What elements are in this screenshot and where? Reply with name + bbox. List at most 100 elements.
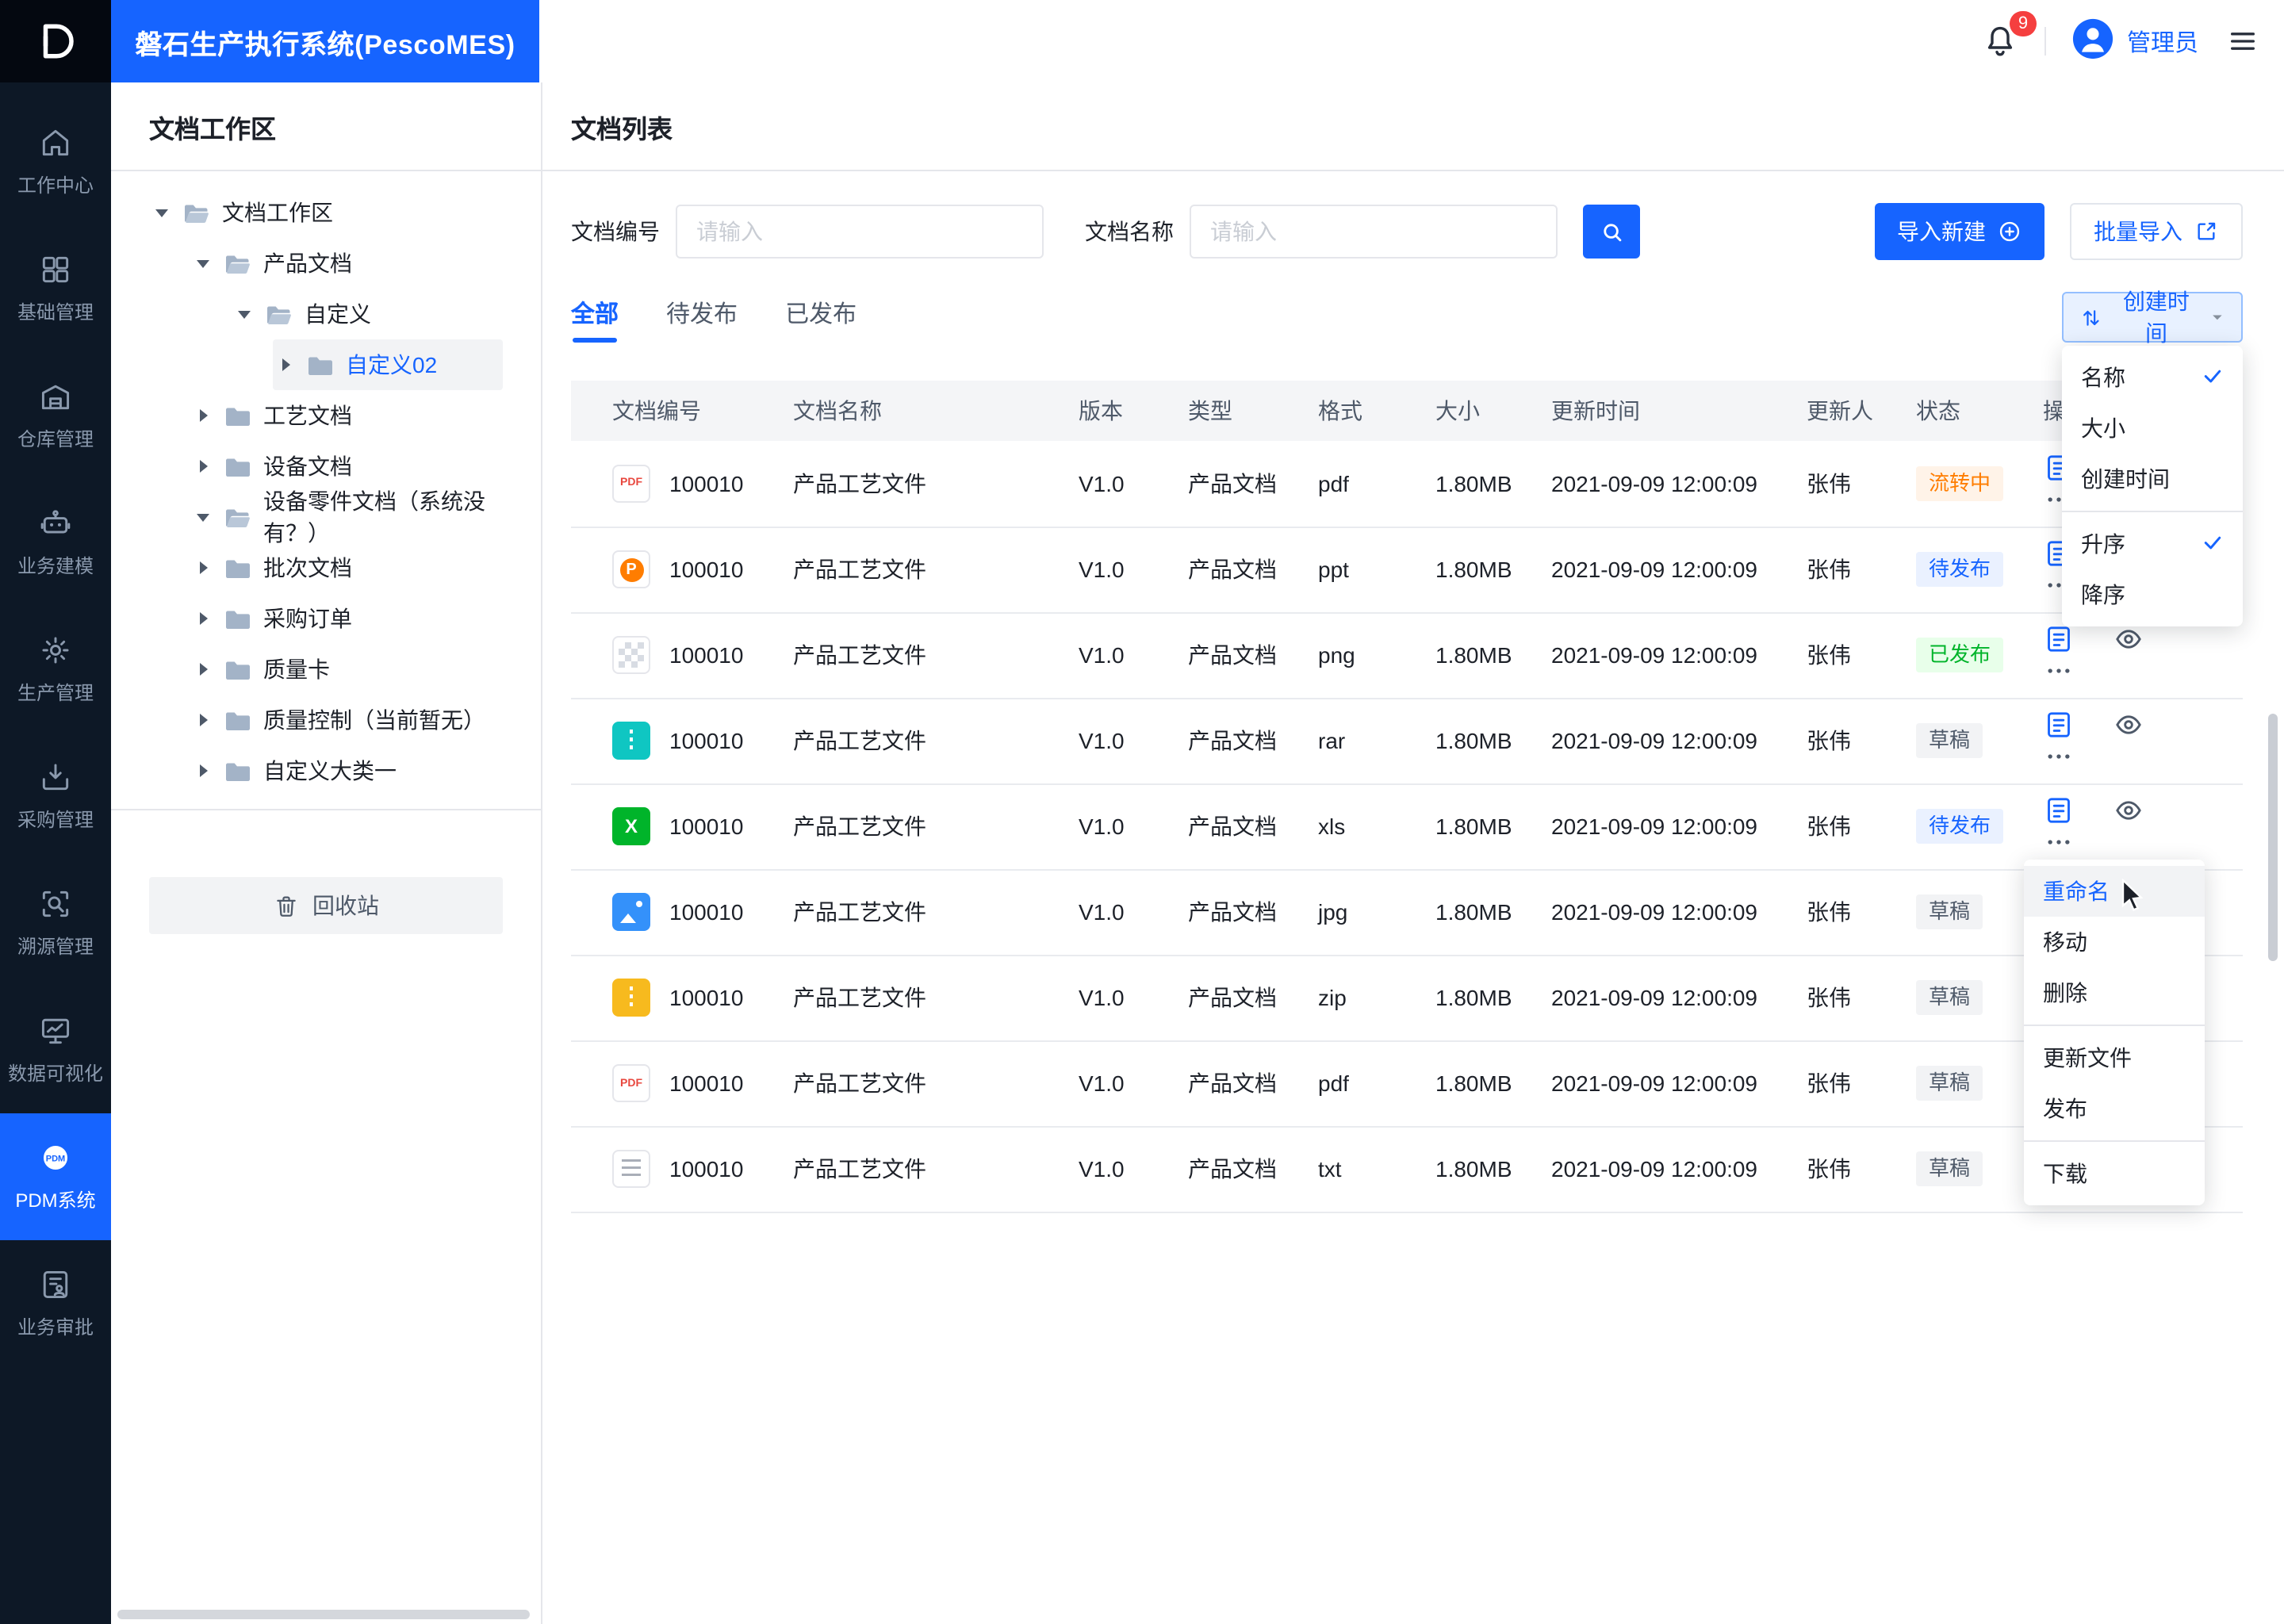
table-row: 100010 产品工艺文件 V1.0 产品文档 txt 1.80MB 2021-…: [571, 1126, 2243, 1212]
tree-item[interactable]: 自定义02: [111, 339, 541, 390]
doc-version: V1.0: [1079, 1126, 1188, 1212]
document-detail-button[interactable]: [2043, 623, 2075, 655]
user-name: 管理员: [2126, 29, 2198, 56]
sidebar-item-icon: [38, 125, 73, 160]
sidebar-item-warehouse-mgmt[interactable]: 仓库管理: [0, 352, 111, 479]
vertical-scrollbar[interactable]: [2268, 714, 2278, 961]
preview-button[interactable]: [2113, 709, 2144, 741]
hamburger-menu-icon[interactable]: [2227, 25, 2259, 57]
caret-icon[interactable]: [276, 358, 295, 371]
tree-item[interactable]: 工艺文档: [111, 390, 541, 441]
table-header-row: 文档编号文档名称版本类型格式大小更新时间更新人状态操作: [571, 381, 2243, 441]
doc-no-input[interactable]: [676, 205, 1044, 259]
doc-size: 1.80MB: [1435, 869, 1551, 956]
preview-button[interactable]: [2113, 623, 2144, 655]
sidebar-item-pdm-system[interactable]: PDM PDM系统: [0, 1113, 111, 1240]
mouse-cursor: [2121, 878, 2148, 921]
tree-item[interactable]: 质量卡: [111, 644, 541, 695]
doc-format: txt: [1318, 1126, 1435, 1212]
caret-icon[interactable]: [194, 409, 213, 422]
tree-item[interactable]: 产品文档: [111, 238, 541, 289]
context-menu-item[interactable]: 更新文件: [2024, 1032, 2205, 1083]
context-menu-item[interactable]: 删除: [2024, 967, 2205, 1018]
caret-icon[interactable]: [194, 561, 213, 574]
recycle-bin-button[interactable]: 回收站: [149, 877, 503, 934]
doc-name: 产品工艺文件: [793, 869, 1079, 956]
doc-size: 1.80MB: [1435, 527, 1551, 613]
eye-icon: [2115, 715, 2141, 734]
document-detail-button[interactable]: [2043, 795, 2075, 826]
more-actions-button[interactable]: [2043, 655, 2075, 687]
sidebar-item-basic-mgmt[interactable]: 基础管理: [0, 225, 111, 352]
context-menu-item[interactable]: 移动: [2024, 917, 2205, 967]
sort-order-option[interactable]: 升序: [2062, 519, 2243, 569]
notification-bell[interactable]: 9: [1981, 11, 2037, 60]
sidebar-item-business-approval[interactable]: 业务审批: [0, 1240, 111, 1367]
horizontal-scrollbar[interactable]: [117, 1610, 530, 1619]
tab-all[interactable]: 全部: [571, 292, 619, 343]
tree-item[interactable]: 质量控制（当前暂无）: [111, 695, 541, 745]
sidebar-item-work-center[interactable]: 工作中心: [0, 98, 111, 225]
sidebar-item-data-visualization[interactable]: 数据可视化: [0, 986, 111, 1113]
caret-icon[interactable]: [235, 310, 254, 318]
sort-field-option[interactable]: 名称: [2062, 352, 2243, 403]
caret-icon[interactable]: [194, 764, 213, 777]
table-row: 100010 产品工艺文件 V1.0 产品文档 zip 1.80MB 2021-…: [571, 955, 2243, 1041]
doc-updater: 张伟: [1807, 441, 1916, 527]
doc-updated-time: 2021-09-09 12:00:09: [1551, 527, 1807, 613]
tree-item[interactable]: 文档工作区: [111, 187, 541, 238]
table-row: PDF 100010 产品工艺文件 V1.0 产品文档 pdf 1.80MB 2…: [571, 1040, 2243, 1127]
caret-icon[interactable]: [194, 612, 213, 625]
caret-icon[interactable]: [194, 714, 213, 726]
more-actions-button[interactable]: [2043, 741, 2075, 772]
caret-icon[interactable]: [194, 460, 213, 473]
doc-updater: 张伟: [1807, 955, 1916, 1041]
tree-item-label: 工艺文档: [263, 403, 352, 428]
document-detail-button[interactable]: [2043, 709, 2075, 741]
context-menu-item[interactable]: 下载: [2024, 1148, 2205, 1199]
tree-item[interactable]: 采购订单: [111, 593, 541, 644]
sort-field-option[interactable]: 大小: [2062, 403, 2243, 454]
tree-item[interactable]: 设备文档: [111, 441, 541, 492]
logo-d-icon: [43, 24, 74, 59]
caret-icon[interactable]: [194, 259, 213, 267]
tab-published[interactable]: 已发布: [785, 292, 856, 343]
row-context-menu: 重命名 移动 删除 更新文件 发布 下载: [2024, 860, 2205, 1205]
user-menu[interactable]: 管理员: [2071, 17, 2198, 65]
context-menu-item[interactable]: 发布: [2024, 1083, 2205, 1134]
tree-item[interactable]: 自定义大类一: [111, 745, 541, 796]
more-actions-button[interactable]: [2043, 826, 2075, 858]
preview-button[interactable]: [2113, 795, 2144, 826]
menu-divider: [2024, 1140, 2205, 1142]
doc-format: ppt: [1318, 527, 1435, 613]
doc-name-label: 文档名称: [1085, 219, 1174, 244]
file-text-icon: [2048, 712, 2070, 737]
sort-field-option[interactable]: 创建时间: [2062, 454, 2243, 504]
tree-item[interactable]: 批次文档: [111, 542, 541, 593]
doc-updated-time: 2021-09-09 12:00:09: [1551, 698, 1807, 784]
sort-button[interactable]: 创建时间: [2062, 289, 2243, 346]
home-icon: [42, 129, 69, 156]
caret-icon[interactable]: [194, 513, 213, 521]
doc-format: png: [1318, 612, 1435, 699]
sidebar-item-business-modeling[interactable]: 业务建模: [0, 479, 111, 606]
tree-item[interactable]: 自定义: [111, 289, 541, 339]
caret-icon[interactable]: [152, 209, 171, 216]
caret-icon[interactable]: [194, 663, 213, 676]
batch-import-button[interactable]: 批量导入: [2070, 203, 2243, 260]
sort-order-option[interactable]: 降序: [2062, 569, 2243, 620]
tree-item-label: 产品文档: [263, 251, 352, 276]
doc-updated-time: 2021-09-09 12:00:09: [1551, 612, 1807, 699]
check-icon: [2202, 530, 2224, 557]
sidebar-item-trace-mgmt[interactable]: 溯源管理: [0, 860, 111, 986]
tab-pending[interactable]: 待发布: [666, 292, 738, 343]
sidebar-item-production-mgmt[interactable]: 生产管理: [0, 606, 111, 733]
xls-file-icon: X: [612, 807, 650, 845]
search-button[interactable]: [1583, 205, 1640, 259]
doc-id: 100010: [669, 728, 744, 753]
import-new-button[interactable]: 导入新建: [1875, 203, 2044, 260]
doc-name-input[interactable]: [1190, 205, 1558, 259]
tree-item[interactable]: 设备零件文档（系统没有？）: [111, 488, 541, 546]
sidebar-item-procurement-mgmt[interactable]: 采购管理: [0, 733, 111, 860]
context-menu-item[interactable]: 重命名: [2024, 866, 2205, 917]
